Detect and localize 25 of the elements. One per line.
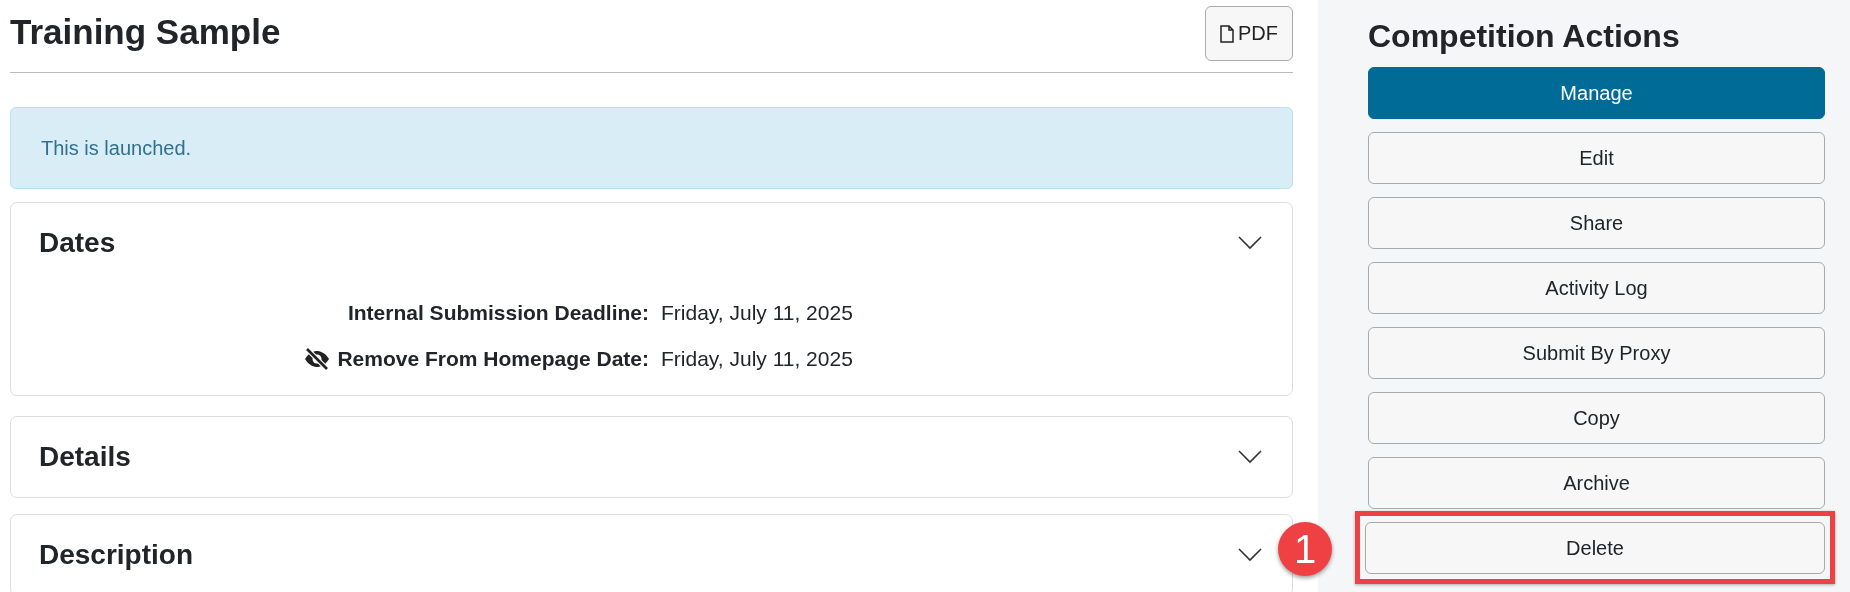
callout-badge: 1 — [1278, 522, 1332, 576]
eye-slash-icon — [303, 348, 332, 370]
action-button[interactable]: Submit By Proxy — [1368, 327, 1825, 379]
info-alert: This is launched. — [10, 107, 1293, 189]
action-button[interactable]: Delete — [1365, 522, 1825, 574]
action-button[interactable]: Edit — [1368, 132, 1825, 184]
section-title: Details — [39, 441, 131, 473]
date-label: Remove From Homepage Date: — [337, 347, 649, 371]
panel-title: Competition Actions — [1368, 18, 1681, 55]
action-button[interactable]: Share — [1368, 197, 1825, 249]
page-title: Training Sample — [10, 12, 281, 52]
action-button[interactable]: Manage — [1368, 67, 1825, 119]
pdf-button[interactable]: PDF — [1205, 6, 1293, 61]
section-title: Dates — [39, 227, 116, 259]
date-value: Friday, July 11, 2025 — [661, 301, 853, 325]
action-button[interactable]: Copy — [1368, 392, 1825, 444]
chevron-down-icon[interactable] — [1238, 450, 1262, 464]
date-label: Internal Submission Deadline: — [347, 301, 649, 325]
date-value: Friday, July 11, 2025 — [661, 347, 853, 371]
section-title: Description — [39, 539, 194, 571]
chevron-down-icon[interactable] — [1238, 236, 1262, 250]
chevron-down-icon[interactable] — [1238, 548, 1262, 562]
file-icon — [1220, 24, 1234, 43]
action-button[interactable]: Activity Log — [1368, 262, 1825, 314]
action-button[interactable]: Archive — [1368, 457, 1825, 509]
